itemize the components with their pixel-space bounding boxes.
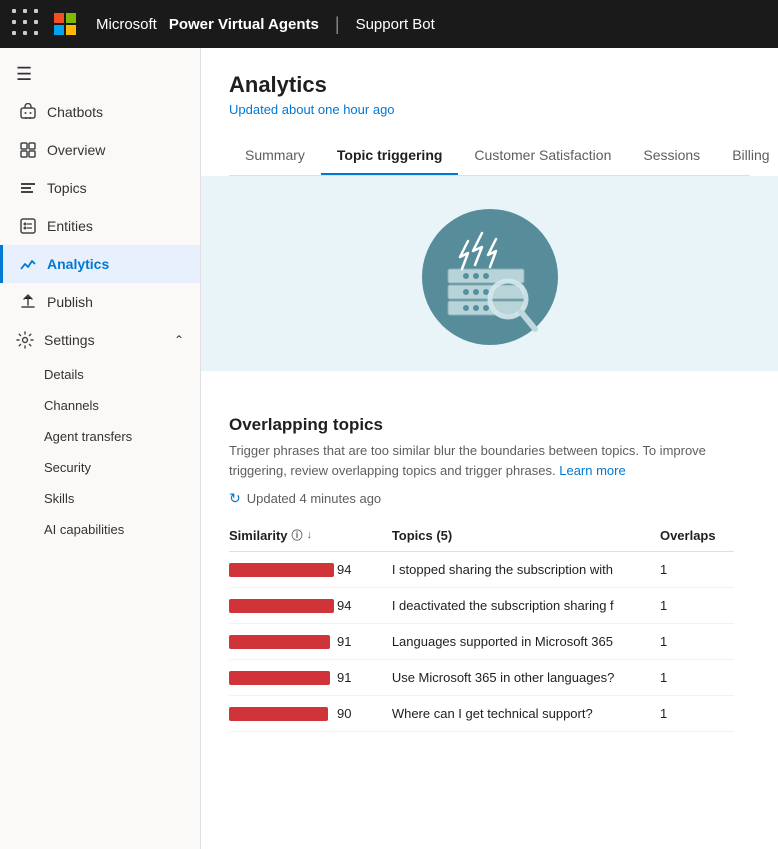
topics-label: Topics (47, 180, 87, 196)
sidebar-subitem-ai-capabilities[interactable]: AI capabilities (44, 514, 200, 545)
topic-name: Where can I get technical support? (392, 696, 660, 732)
settings-icon (16, 331, 34, 349)
section-title: Overlapping topics (229, 415, 750, 435)
similarity-cell: 91 (229, 660, 392, 696)
app-title: Power Virtual Agents (169, 16, 319, 33)
tab-summary[interactable]: Summary (229, 137, 321, 175)
chatbots-icon (19, 103, 37, 121)
chatbots-label: Chatbots (47, 104, 103, 120)
analytics-icon (19, 255, 37, 273)
settings-chevron: ⌃ (174, 333, 184, 347)
similarity-value: 94 (337, 562, 361, 577)
sidebar-item-publish[interactable]: Publish (0, 283, 200, 321)
settings-submenu: Details Channels Agent transfers Securit… (0, 359, 200, 545)
section-description: Trigger phrases that are too similar blu… (229, 441, 750, 480)
similarity-cell: 94 (229, 588, 392, 624)
sidebar-item-analytics[interactable]: Analytics (0, 245, 200, 283)
sidebar-subitem-channels[interactable]: Channels (44, 390, 200, 421)
app-grid-icon[interactable] (12, 9, 42, 39)
tab-sessions[interactable]: Sessions (627, 137, 716, 175)
entities-icon (19, 217, 37, 235)
table-row[interactable]: 91 Use Microsoft 365 in other languages?… (229, 660, 734, 696)
overview-icon (19, 141, 37, 159)
table-row[interactable]: 94 I stopped sharing the subscription wi… (229, 552, 734, 588)
learn-more-link[interactable]: Learn more (559, 463, 625, 478)
publish-icon (19, 293, 37, 311)
similarity-cell: 90 (229, 696, 392, 732)
refresh-icon: ↻ (229, 490, 241, 507)
similarity-value: 90 (337, 706, 361, 721)
title-divider: | (335, 14, 340, 35)
sidebar-subitem-skills[interactable]: Skills (44, 483, 200, 514)
table-row[interactable]: 90 Where can I get technical support? 1 (229, 696, 734, 732)
overlapping-topics-section: Overlapping topics Trigger phrases that … (229, 395, 750, 507)
topics-table-container: Similarity ⓘ ↓ Topics (5) Overlaps (229, 519, 750, 732)
hamburger-menu[interactable]: ☰ (0, 48, 200, 93)
sidebar-item-entities[interactable]: Entities (0, 207, 200, 245)
sidebar-subitem-agent-transfers[interactable]: Agent transfers (44, 421, 200, 452)
topic-name: I stopped sharing the subscription with (392, 552, 660, 588)
col-overlaps: Overlaps (660, 519, 734, 552)
sidebar: ☰ Chatbots Overview Topics Entities (0, 48, 201, 849)
entities-label: Entities (47, 218, 93, 234)
topic-name: Languages supported in Microsoft 365 (392, 624, 660, 660)
updated-row: ↻ Updated 4 minutes ago (229, 490, 750, 507)
sidebar-subitem-security[interactable]: Security (44, 452, 200, 483)
overlaps-value: 1 (660, 588, 734, 624)
table-row[interactable]: 94 I deactivated the subscription sharin… (229, 588, 734, 624)
col-similarity: Similarity ⓘ ↓ (229, 519, 392, 552)
updated-label: Updated 4 minutes ago (247, 491, 381, 506)
similarity-cell: 94 (229, 552, 392, 588)
tab-billing[interactable]: Billing (716, 137, 778, 175)
analytics-label: Analytics (47, 256, 109, 272)
similarity-value: 91 (337, 670, 361, 685)
topic-name: Use Microsoft 365 in other languages? (392, 660, 660, 696)
topics-table: Similarity ⓘ ↓ Topics (5) Overlaps (229, 519, 734, 732)
tab-customer-satisfaction[interactable]: Customer Satisfaction (458, 137, 627, 175)
top-navigation: Microsoft Power Virtual Agents | Support… (0, 0, 778, 48)
sidebar-item-topics[interactable]: Topics (0, 169, 200, 207)
table-row[interactable]: 91 Languages supported in Microsoft 365 … (229, 624, 734, 660)
illustration-area (201, 176, 778, 371)
topic-illustration (410, 189, 570, 359)
tab-topic-triggering[interactable]: Topic triggering (321, 137, 459, 175)
similarity-value: 91 (337, 634, 361, 649)
similarity-value: 94 (337, 598, 361, 613)
main-content: Analytics Updated about one hour ago Sum… (201, 48, 778, 849)
microsoft-logo (54, 13, 76, 35)
page-title: Analytics (229, 72, 750, 98)
overlaps-value: 1 (660, 696, 734, 732)
topic-name: I deactivated the subscription sharing f (392, 588, 660, 624)
similarity-cell: 91 (229, 624, 392, 660)
topics-icon (19, 179, 37, 197)
overlaps-value: 1 (660, 660, 734, 696)
sidebar-item-overview[interactable]: Overview (0, 131, 200, 169)
overlaps-value: 1 (660, 552, 734, 588)
page-subtitle: Updated about one hour ago (229, 102, 750, 117)
publish-label: Publish (47, 294, 93, 310)
col-topics: Topics (5) (392, 519, 660, 552)
similarity-info-icon[interactable]: ⓘ (292, 527, 303, 543)
overview-label: Overview (47, 142, 105, 158)
settings-label: Settings (44, 332, 95, 348)
tabs-bar: Summary Topic triggering Customer Satisf… (229, 137, 750, 176)
sidebar-item-settings[interactable]: Settings ⌃ (0, 321, 200, 359)
sidebar-subitem-details[interactable]: Details (44, 359, 200, 390)
sidebar-item-chatbots[interactable]: Chatbots (0, 93, 200, 131)
bot-name: Support Bot (356, 16, 435, 33)
microsoft-label: Microsoft (96, 16, 157, 33)
overlaps-value: 1 (660, 624, 734, 660)
similarity-sort-icon[interactable]: ↓ (307, 529, 313, 541)
